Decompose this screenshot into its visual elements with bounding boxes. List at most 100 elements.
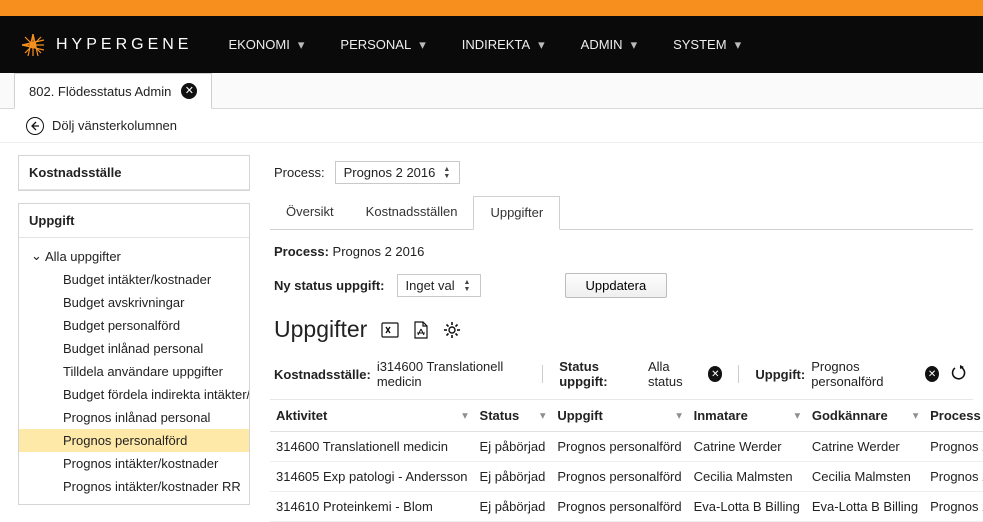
chevron-down-icon: ▾ (538, 37, 545, 53)
cell-godkannare: Cecilia Malmsten (806, 462, 924, 492)
nav-item-personal[interactable]: PERSONAL ▾ (340, 37, 425, 53)
nav-item-system[interactable]: SYSTEM ▾ (673, 37, 741, 53)
chevron-down-icon: ▾ (419, 37, 426, 53)
col-uppgift[interactable]: Uppgift ▾ (551, 400, 687, 432)
tree-root-label: Alla uppgifter (45, 249, 121, 264)
filter-icon[interactable]: ▾ (795, 410, 800, 421)
chevron-down-icon: ▾ (735, 37, 742, 53)
filter-icon[interactable]: ▾ (913, 410, 918, 421)
page-tab-label: 802. Flödesstatus Admin (29, 84, 171, 99)
col-godkannare[interactable]: Godkännare▾ (806, 400, 924, 432)
sidebar: Kostnadsställe Uppgift ⌄ Alla uppgifter … (18, 155, 250, 522)
col-label: Process (930, 408, 981, 423)
cell-uppgift: Prognos personalförd (551, 432, 687, 462)
filter-icon[interactable]: ▾ (677, 410, 682, 421)
cell-process: Prognos 2 2016 (924, 432, 983, 462)
tree-item[interactable]: Tilldela användare uppgifter (19, 360, 249, 383)
export-excel-icon[interactable] (381, 321, 399, 339)
tree-item[interactable]: Budget fördela indirekta intäkter/ (19, 383, 249, 406)
reset-filters-icon[interactable] (951, 365, 969, 384)
tab-uppgifter[interactable]: Uppgifter (473, 196, 560, 230)
clear-uppgift-icon[interactable]: ✕ (925, 366, 939, 382)
new-status-value: Inget val (406, 278, 455, 293)
col-inmatare[interactable]: Inmatare▾ (688, 400, 806, 432)
tree-item[interactable]: Prognos intäkter/kostnader RR (19, 475, 249, 498)
info-process-value: Prognos 2 2016 (333, 244, 425, 259)
table-row[interactable]: 314600 Translationell medicinEj påbörjad… (270, 432, 983, 462)
page-tab-row: 802. Flödesstatus Admin ✕ (0, 73, 983, 109)
new-status-select[interactable]: Inget val ▲▼ (397, 274, 481, 297)
tree-item[interactable]: Budget inlånad personal (19, 337, 249, 360)
filter-status-label: Status uppgift: (559, 359, 642, 389)
tab-oversikt[interactable]: Översikt (270, 196, 350, 229)
panel-uppgift: Uppgift ⌄ Alla uppgifter Budget intäkter… (18, 203, 250, 505)
nav-label: SYSTEM (673, 37, 726, 52)
panel-header: Kostnadsställe (19, 156, 249, 190)
cell-status: Ej påbörjad (474, 432, 552, 462)
cell-godkannare: Eva-Lotta B Billing (806, 492, 924, 522)
cell-status: Ej påbörjad (474, 492, 552, 522)
col-aktivitet[interactable]: Aktivitet▾ (270, 400, 474, 432)
update-button[interactable]: Uppdatera (565, 273, 668, 298)
process-select[interactable]: Prognos 2 2016 ▲▼ (335, 161, 461, 184)
info-process: Process: Prognos 2 2016 (270, 244, 973, 273)
top-accent-bar (0, 0, 983, 16)
nav-label: EKONOMI (228, 37, 289, 52)
col-process[interactable]: Process▾ (924, 400, 983, 432)
arrow-left-circle-icon (26, 117, 44, 135)
process-select-value: Prognos 2 2016 (344, 165, 436, 180)
stepper-icon: ▲▼ (464, 276, 478, 295)
inner-tabs: Översikt Kostnadsställen Uppgifter (270, 196, 973, 230)
hide-left-column-toggle[interactable]: Dölj vänsterkolumnen (0, 109, 983, 143)
brand-text: HYPERGENE (56, 36, 192, 54)
cell-uppgift: Prognos personalförd (551, 462, 687, 492)
data-table: Aktivitet▾ Status ▾ Uppgift ▾ Inmatare▾ Go… (270, 400, 983, 522)
table-row[interactable]: 314610 Proteinkemi - BlomEj påbörjadProg… (270, 492, 983, 522)
tree-item[interactable]: Prognos inlånad personal (19, 406, 249, 429)
brand-logo-icon (22, 34, 44, 56)
col-label: Status (480, 408, 520, 423)
nav-label: INDIREKTA (462, 37, 530, 52)
panel-kostnadsstalle: Kostnadsställe (18, 155, 250, 191)
tree-item[interactable]: Budget avskrivningar (19, 291, 249, 314)
cell-aktivitet: 314605 Exp patologi - Andersson (270, 462, 474, 492)
gear-icon[interactable] (443, 321, 461, 339)
nav-label: PERSONAL (340, 37, 411, 52)
cell-process: Prognos 2 2016 (924, 492, 983, 522)
info-process-label: Process: (274, 244, 329, 259)
close-icon[interactable]: ✕ (181, 83, 197, 99)
nav-items: EKONOMI▾ PERSONAL▾ INDIREKTA▾ ADMIN▾ SYS… (228, 37, 741, 53)
export-pdf-icon[interactable] (413, 321, 429, 339)
cell-inmatare: Catrine Werder (688, 432, 806, 462)
tree-root[interactable]: ⌄ Alla uppgifter (19, 244, 249, 268)
tab-kostnadsstallen[interactable]: Kostnadsställen (350, 196, 474, 229)
separator (738, 365, 739, 383)
filter-uppgift-value: Prognos personalförd (811, 359, 919, 389)
col-label: Uppgift (557, 408, 602, 423)
new-status-label: Ny status uppgift: (274, 278, 385, 293)
tree-item[interactable]: Prognos personalförd (19, 429, 249, 452)
tree-item[interactable]: Prognos intäkter/kostnader (19, 452, 249, 475)
cell-status: Ej påbörjad (474, 462, 552, 492)
col-status[interactable]: Status ▾ (474, 400, 552, 432)
separator (542, 365, 543, 383)
cell-godkannare: Catrine Werder (806, 432, 924, 462)
nav-item-ekonomi[interactable]: EKONOMI▾ (228, 37, 304, 53)
cell-uppgift: Prognos personalförd (551, 492, 687, 522)
tree-item[interactable]: Budget personalförd (19, 314, 249, 337)
cell-inmatare: Eva-Lotta B Billing (688, 492, 806, 522)
nav-item-indirekta[interactable]: INDIREKTA ▾ (462, 37, 545, 53)
filter-icon[interactable]: ▾ (540, 410, 545, 421)
nav-item-admin[interactable]: ADMIN▾ (581, 37, 637, 53)
tree: ⌄ Alla uppgifter Budget intäkter/kostnad… (19, 238, 249, 504)
filter-icon[interactable]: ▾ (463, 410, 468, 421)
panel-header: Uppgift (19, 204, 249, 238)
filter-uppgift-label: Uppgift: (755, 367, 805, 382)
page-tab[interactable]: 802. Flödesstatus Admin ✕ (14, 73, 212, 109)
clear-status-icon[interactable]: ✕ (708, 366, 722, 382)
stepper-icon: ▲▼ (443, 163, 457, 182)
table-row[interactable]: 314605 Exp patologi - AnderssonEj påbörj… (270, 462, 983, 492)
filter-kostnadsstalle-label: Kostnadsställe: (274, 367, 371, 382)
cell-process: Prognos 2 2016 (924, 462, 983, 492)
tree-item[interactable]: Budget intäkter/kostnader (19, 268, 249, 291)
